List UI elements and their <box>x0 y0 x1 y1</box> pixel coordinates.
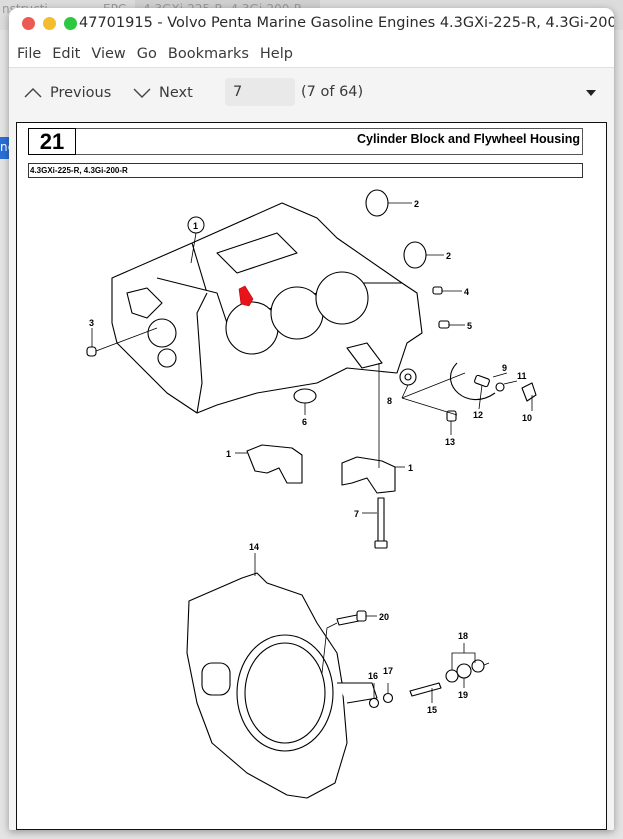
cylinder-block-drawing <box>111 202 423 414</box>
callout-1: 1 <box>193 221 198 231</box>
menu-go[interactable]: Go <box>134 46 163 62</box>
document-viewer-window: 47701915 - Volvo Penta Marine Gasoline E… <box>9 8 614 830</box>
part-2-expansion-plug <box>365 189 389 217</box>
callout-12: 12 <box>473 410 483 420</box>
callout-15: 15 <box>427 705 437 715</box>
exploded-parts-diagram: 1 2 2 3 4 5 6 7 8 9 10 11 12 13 1 1 14 1… <box>86 189 537 799</box>
part-18-nut <box>471 659 485 673</box>
maximize-window-button[interactable] <box>64 17 77 30</box>
toolbar-menu-dropdown-icon[interactable] <box>586 90 596 96</box>
page-number-input[interactable] <box>225 78 295 106</box>
minimize-window-button[interactable] <box>43 17 56 30</box>
part-1-bearing-cap <box>246 444 303 484</box>
document-page: 21 Cylinder Block and Flywheel Housing 4… <box>16 122 607 830</box>
part-6-seal <box>293 388 317 404</box>
title-bar: 47701915 - Volvo Penta Marine Gasoline E… <box>9 8 614 40</box>
part-3-plug <box>86 346 97 357</box>
callout-8: 8 <box>387 396 392 406</box>
part-4-plug <box>432 286 443 295</box>
callout-4: 4 <box>464 287 469 297</box>
callout-5: 5 <box>467 321 472 331</box>
menu-help[interactable]: Help <box>257 46 299 62</box>
callout-9: 9 <box>502 363 507 373</box>
callout-13: 13 <box>445 437 455 447</box>
section-number: 21 <box>28 128 76 155</box>
part-19-washer <box>456 663 472 679</box>
menu-bookmarks[interactable]: Bookmarks <box>165 46 255 62</box>
part-7-bolt <box>377 497 385 544</box>
engine-models: 4.3GXi-225-R, 4.3Gi-200-R <box>28 163 583 178</box>
part-5-plug <box>438 320 450 329</box>
previous-label: Previous <box>50 85 112 101</box>
callout-16: 16 <box>368 671 378 681</box>
callout-14: 14 <box>249 542 259 552</box>
previous-page-button[interactable]: Previous <box>24 85 111 101</box>
menu-edit[interactable]: Edit <box>49 46 86 62</box>
part-1-bearing-cap <box>341 456 396 494</box>
flywheel-housing-drawing <box>186 572 378 799</box>
callout-3: 3 <box>89 318 94 328</box>
callout-18: 18 <box>458 631 468 641</box>
window-title: 47701915 - Volvo Penta Marine Gasoline E… <box>79 15 614 31</box>
close-window-button[interactable] <box>22 17 35 30</box>
callout-2: 2 <box>414 199 419 209</box>
callout-1-bearing-cap: 1 <box>408 463 413 473</box>
callout-2: 2 <box>446 251 451 261</box>
part-2-expansion-plug <box>403 241 427 269</box>
callout-11: 11 <box>517 371 527 381</box>
menu-view[interactable]: View <box>88 46 131 62</box>
callout-17: 17 <box>383 666 393 676</box>
part-10-sensor <box>521 382 537 402</box>
callout-10: 10 <box>522 413 532 423</box>
part-11-washer <box>495 382 505 392</box>
menu-bar: File Edit View Go Bookmarks Help <box>9 40 614 68</box>
section-header: 21 Cylinder Block and Flywheel Housing <box>28 128 583 155</box>
part-18-nut <box>445 669 459 683</box>
callout-1-bearing-cap: 1 <box>226 449 231 459</box>
part-16-washer <box>368 697 380 709</box>
callout-7: 7 <box>354 509 359 519</box>
chevron-up-icon <box>24 88 42 98</box>
page-count: (7 of 64) <box>301 84 364 100</box>
menu-file[interactable]: File <box>14 46 47 62</box>
part-20-bolt <box>336 614 360 626</box>
part-17-nut <box>382 692 394 704</box>
section-title: Cylinder Block and Flywheel Housing <box>357 132 580 146</box>
next-page-button[interactable]: Next <box>133 85 193 101</box>
callout-19: 19 <box>458 690 468 700</box>
part-15-stud <box>409 682 442 697</box>
next-label: Next <box>159 85 193 101</box>
toolbar: Previous Next (7 of 64) <box>9 68 614 122</box>
chevron-down-icon <box>133 88 151 98</box>
callout-20: 20 <box>379 612 389 622</box>
callout-6: 6 <box>302 417 307 427</box>
